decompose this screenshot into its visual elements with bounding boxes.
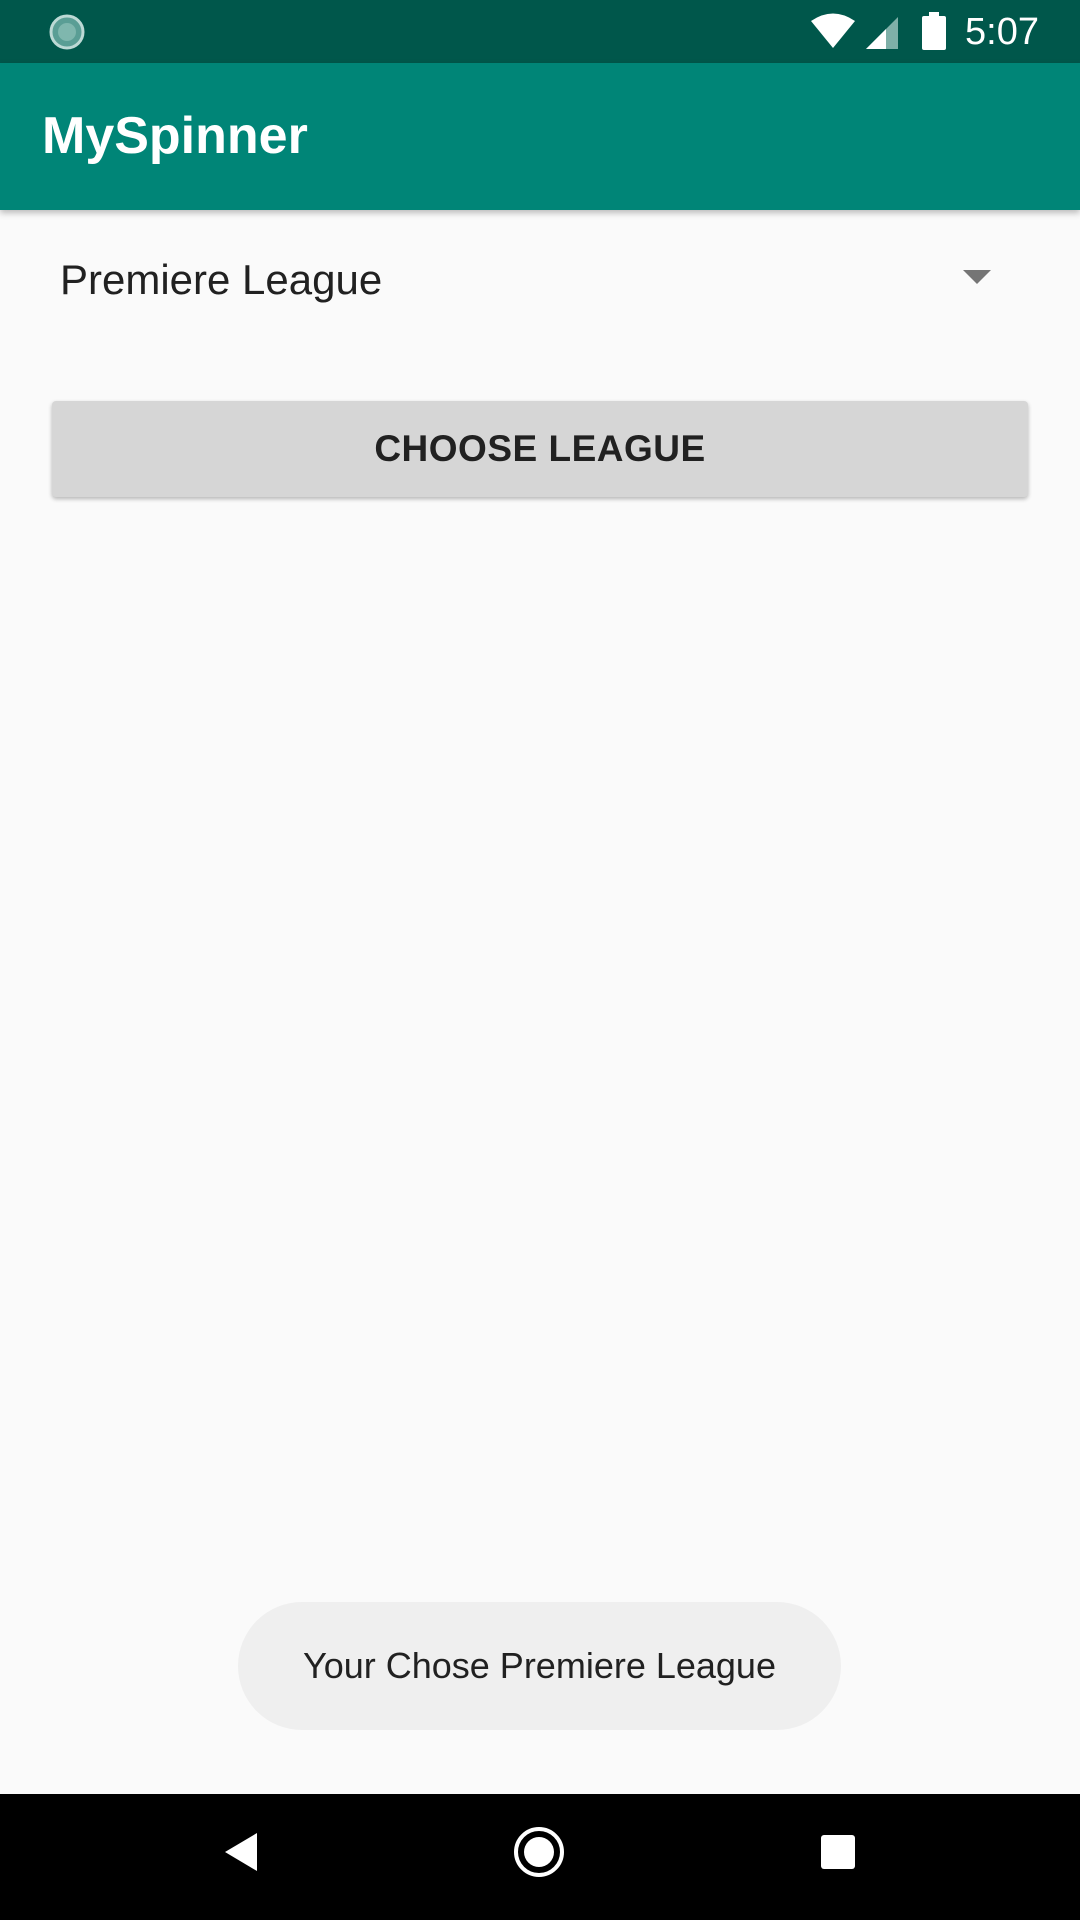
toast-message: Your Chose Premiere League: [238, 1602, 841, 1730]
back-icon[interactable]: [223, 1831, 259, 1873]
sync-status-icon: [49, 14, 85, 50]
status-time: 5:07: [965, 11, 1039, 53]
cell-signal-icon: [866, 17, 898, 49]
dropdown-arrow-icon[interactable]: [963, 270, 991, 284]
app-title: MySpinner: [42, 107, 308, 165]
battery-icon: [922, 12, 946, 50]
wifi-icon: [811, 13, 855, 48]
choose-league-button[interactable]: CHOOSE LEAGUE: [52, 401, 1028, 497]
navigation-bar: [0, 1794, 1080, 1920]
toast-text: Your Chose Premiere League: [303, 1645, 776, 1686]
league-spinner[interactable]: Premiere League: [40, 230, 1040, 330]
choose-league-button-label: CHOOSE LEAGUE: [374, 428, 706, 469]
home-icon[interactable]: [513, 1826, 565, 1878]
recents-icon[interactable]: [821, 1835, 855, 1869]
app-bar: MySpinner: [0, 63, 1080, 210]
spinner-selected-value: Premiere League: [60, 256, 383, 303]
status-bar: 5:07: [0, 0, 1080, 63]
